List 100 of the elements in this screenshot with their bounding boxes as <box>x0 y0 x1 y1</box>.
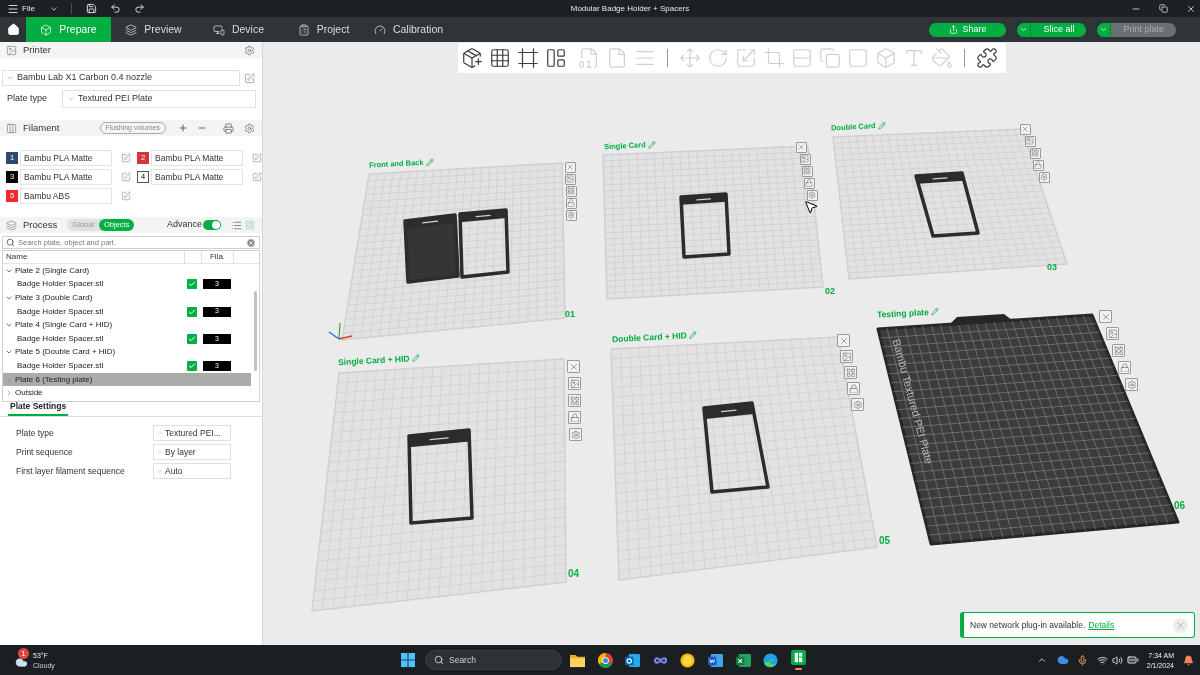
puzzle-icon[interactable] <box>975 47 998 69</box>
start-icon[interactable] <box>401 653 415 667</box>
save-icon[interactable] <box>85 3 97 14</box>
section-tab[interactable]: Plate Settings <box>8 400 69 416</box>
microphone-icon[interactable] <box>1076 654 1088 666</box>
notification-count: 1 <box>18 648 29 659</box>
mail-tile-icon[interactable] <box>625 652 641 668</box>
dropdown-icon[interactable] <box>1017 22 1032 37</box>
settings-icon[interactable] <box>807 190 818 201</box>
home-icon[interactable] <box>6 23 20 36</box>
dropdown-icon[interactable] <box>1097 22 1112 37</box>
wifi-icon[interactable] <box>1096 654 1108 666</box>
edit-icon[interactable] <box>121 172 131 182</box>
grid-icon[interactable] <box>488 47 511 69</box>
image-icon[interactable] <box>568 377 581 390</box>
battery-icon[interactable] <box>1126 654 1139 666</box>
scrollbar[interactable] <box>253 291 257 371</box>
document-tile-icon[interactable] <box>707 652 723 668</box>
lock-icon[interactable] <box>566 198 577 209</box>
tree-row[interactable]: Plate 6 (Testing plate) <box>3 372 251 387</box>
tree-row[interactable]: Plate 3 (Double Card) <box>3 291 251 305</box>
redo-icon[interactable] <box>133 3 145 14</box>
select-field[interactable]: Auto <box>153 463 231 479</box>
settings-icon[interactable] <box>1039 172 1050 183</box>
lock-icon[interactable] <box>804 178 815 189</box>
filament-select[interactable]: Bambu ABS <box>20 188 112 204</box>
tree-row[interactable]: Plate 2 (Single Card) <box>3 264 251 278</box>
settings-icon[interactable] <box>244 122 255 134</box>
checkbox[interactable] <box>187 333 197 344</box>
file-menu-button[interactable]: File <box>7 2 35 15</box>
add-box-icon[interactable] <box>460 47 483 69</box>
lock-icon[interactable] <box>847 382 860 395</box>
add-icon[interactable] <box>178 123 188 133</box>
search-icon <box>6 238 15 247</box>
plate-type-select[interactable]: Textured PEI Plate <box>62 90 256 108</box>
cloud-icon[interactable] <box>1056 654 1069 666</box>
settings-icon[interactable] <box>1125 378 1138 391</box>
sheet-tile-icon[interactable] <box>735 652 751 668</box>
checkbox[interactable] <box>187 306 197 317</box>
settings-icon[interactable] <box>569 428 582 441</box>
pencil-icon[interactable] <box>877 121 886 130</box>
caret-icon[interactable] <box>5 294 13 302</box>
filament-select[interactable]: Bambu PLA Matte <box>151 150 243 166</box>
image-icon[interactable] <box>1025 136 1036 147</box>
search-field[interactable]: Search <box>425 650 562 670</box>
tab[interactable]: Device <box>196 17 281 42</box>
tree-row[interactable]: Outside <box>3 386 251 400</box>
edit-icon[interactable] <box>252 153 262 163</box>
folder-icon[interactable] <box>570 652 585 668</box>
filament-select[interactable]: Bambu PLA Matte <box>20 150 112 166</box>
printer-select[interactable]: Bambu Lab X1 Carbon 0.4 nozzle <box>2 70 240 86</box>
image-icon[interactable] <box>565 174 576 185</box>
select-field[interactable]: Textured PEI... <box>153 425 231 441</box>
tab[interactable]: Calibration <box>366 17 451 42</box>
swirl-icon[interactable] <box>763 652 779 668</box>
wheel-logo-icon[interactable] <box>597 652 613 668</box>
tree-row[interactable]: Plate 4 (Single Card + HID) <box>3 318 251 332</box>
plate-print-text: Bambu Textured PEI Plate <box>890 338 935 466</box>
app-tile-icon[interactable] <box>790 650 806 665</box>
checkbox[interactable] <box>187 279 197 290</box>
bell-icon[interactable] <box>1183 654 1194 666</box>
settings-icon[interactable] <box>851 398 864 411</box>
tab[interactable]: Project <box>281 17 366 42</box>
edit-icon[interactable] <box>252 172 262 182</box>
close-icon[interactable] <box>1186 3 1196 14</box>
pencil-icon[interactable] <box>930 307 939 317</box>
image-icon[interactable] <box>1106 327 1119 340</box>
layout-icon[interactable] <box>544 47 567 69</box>
printer-icon[interactable] <box>223 122 234 134</box>
edit-icon[interactable] <box>121 191 131 201</box>
list-icon[interactable] <box>231 219 242 231</box>
frame-icon[interactable] <box>516 47 539 69</box>
lock-icon[interactable] <box>1118 361 1131 374</box>
image-icon[interactable] <box>840 350 853 363</box>
settings-icon[interactable] <box>244 44 255 56</box>
checkbox[interactable] <box>187 360 197 371</box>
speaker-icon[interactable] <box>1111 654 1123 666</box>
clear-icon[interactable] <box>246 237 256 248</box>
filament-select[interactable]: Bambu PLA Matte <box>20 169 112 185</box>
undo-icon[interactable] <box>109 3 121 14</box>
pencil-icon[interactable] <box>411 354 420 363</box>
edit-icon[interactable] <box>244 72 255 84</box>
lock-icon[interactable] <box>568 411 581 424</box>
pencil-icon[interactable] <box>647 140 656 149</box>
disc-icon[interactable] <box>680 652 696 668</box>
image-icon[interactable] <box>800 154 811 165</box>
filament-select[interactable]: Bambu PLA Matte <box>151 169 243 185</box>
tree-row[interactable]: Plate 5 (Double Card + HID) <box>3 345 251 360</box>
chevron-up-icon[interactable] <box>1036 655 1047 665</box>
pencil-icon[interactable] <box>425 157 434 167</box>
caret-icon[interactable] <box>5 389 13 398</box>
select-field[interactable]: By layer <box>153 444 231 460</box>
weather-icon[interactable] <box>13 656 30 669</box>
tab[interactable]: Preview <box>111 17 196 42</box>
toggle-switch[interactable] <box>203 220 221 230</box>
edit-icon[interactable] <box>121 153 131 163</box>
settings-icon[interactable] <box>566 210 577 221</box>
lock-icon[interactable] <box>1033 160 1044 171</box>
restore-icon[interactable] <box>1159 4 1168 13</box>
pencil-icon[interactable] <box>688 331 697 340</box>
